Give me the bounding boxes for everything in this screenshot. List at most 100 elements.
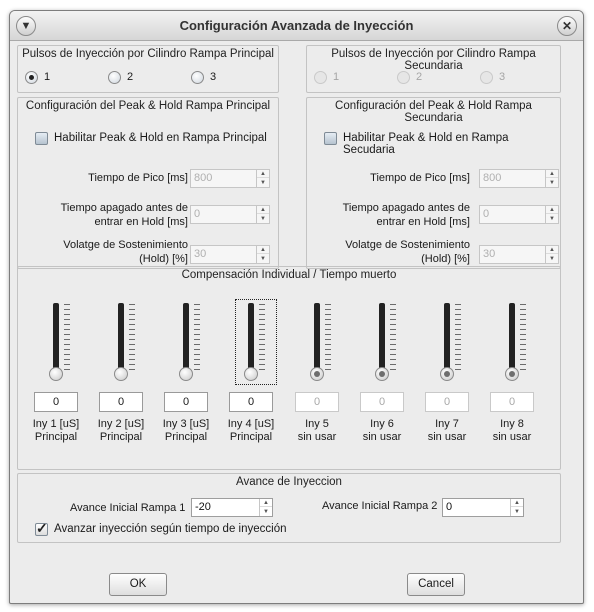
group-title: Configuración del Peak & Hold Rampa Prin… (25, 100, 271, 112)
slider-track[interactable] (509, 303, 515, 375)
avance-rampa2-spinbox[interactable]: 0 ▲ ▼ (442, 498, 524, 517)
slider-handle[interactable] (179, 367, 193, 381)
spin-up-icon[interactable]: ▲ (546, 206, 558, 214)
pulsos-secundaria-radio-2[interactable] (397, 71, 410, 84)
spin-down-icon[interactable]: ▼ (546, 179, 558, 187)
spin-down-icon[interactable]: ▼ (546, 255, 558, 263)
slider-ticks (520, 304, 526, 374)
spin-down-icon[interactable]: ▼ (511, 508, 523, 516)
injector-label-line2: Principal (164, 431, 208, 443)
checkbox-label: Habilitar Peak & Hold en Rampa Principal (54, 132, 267, 144)
injector-value-input[interactable]: 0 (34, 392, 78, 412)
slider-track[interactable] (53, 303, 59, 375)
avanzar-inyeccion-checkbox[interactable]: ✓ (35, 520, 48, 536)
injector-label-line2: sin usar (297, 431, 337, 443)
radio-label: 3 (210, 71, 217, 83)
spin-down-icon[interactable]: ▼ (257, 215, 269, 223)
spin-arrows: ▲ ▼ (545, 246, 558, 263)
dialog-window: ▼ Configuración Avanzada de Inyección ✕ … (9, 10, 584, 604)
peak-hold-secundaria-group: Configuración del Peak & Hold Rampa Secu… (306, 97, 561, 269)
injector-value-input[interactable]: 0 (99, 392, 143, 412)
peak-principal-enable-checkbox[interactable] (35, 132, 48, 145)
voltaje-principal-spinbox[interactable]: 30 ▲ ▼ (190, 245, 270, 264)
peak-hold-principal-group: Configuración del Peak & Hold Rampa Prin… (17, 97, 279, 269)
tiempo-pico-label: Tiempo de Pico [ms] (370, 172, 470, 184)
spin-up-icon[interactable]: ▲ (257, 246, 269, 254)
slider-handle[interactable] (49, 367, 63, 381)
spin-arrows: ▲ ▼ (256, 246, 269, 263)
injector-label-line2: sin usar (427, 431, 467, 443)
spin-down-icon[interactable]: ▼ (257, 255, 269, 263)
pulsos-principal-radio-2[interactable] (108, 71, 121, 84)
cancel-button[interactable]: Cancel (407, 573, 465, 596)
slider-track[interactable] (248, 303, 254, 375)
spin-up-icon[interactable]: ▲ (257, 170, 269, 178)
slider-handle[interactable] (114, 367, 128, 381)
slider-track[interactable] (183, 303, 189, 375)
ok-button[interactable]: OK (109, 573, 167, 596)
slider-track[interactable] (444, 303, 450, 375)
spin-up-icon[interactable]: ▲ (511, 499, 523, 507)
slider-ticks (194, 304, 200, 374)
spin-down-icon[interactable]: ▼ (546, 215, 558, 223)
voltaje-label: Volatge de Sostenimiento (Hold) [%] (63, 238, 188, 266)
tiempo-pico-secundaria-spinbox[interactable]: 800 ▲ ▼ (479, 169, 559, 188)
spin-value: 800 (194, 172, 213, 184)
slider-handle[interactable] (375, 367, 389, 381)
spin-arrows: ▲ ▼ (510, 499, 523, 516)
injector-value-input[interactable]: 0 (490, 392, 534, 412)
avance-rampa1-spinbox[interactable]: -20 ▲ ▼ (191, 498, 273, 517)
injector-value-input[interactable]: 0 (425, 392, 469, 412)
group-title: Pulsos de Inyección por Cilindro Rampa P… (22, 48, 274, 60)
window-title: Configuración Avanzada de Inyección (179, 18, 414, 33)
close-button[interactable]: ✕ (557, 16, 577, 36)
slider-handle[interactable] (440, 367, 454, 381)
spin-down-icon[interactable]: ▼ (260, 508, 272, 516)
slider-handle[interactable] (505, 367, 519, 381)
spin-up-icon[interactable]: ▲ (546, 170, 558, 178)
injector-label-line1: Iny 8 (500, 418, 524, 430)
spin-arrows: ▲ ▼ (545, 206, 558, 223)
pulsos-principal-radio-3[interactable] (191, 71, 204, 84)
radio-label: 2 (127, 71, 134, 83)
spin-up-icon[interactable]: ▲ (260, 499, 272, 507)
spin-up-icon[interactable]: ▲ (546, 246, 558, 254)
spin-value: 0 (483, 208, 490, 220)
spin-value: 30 (483, 248, 496, 260)
label-line: (Hold) [%] (139, 253, 188, 265)
injector-label-line1: Iny 1 [uS] (32, 418, 80, 430)
injector-value-input[interactable]: 0 (295, 392, 339, 412)
slider-ticks (325, 304, 331, 374)
slider-track[interactable] (314, 303, 320, 375)
injector-value-input[interactable]: 0 (229, 392, 273, 412)
voltaje-secundaria-spinbox[interactable]: 30 ▲ ▼ (479, 245, 559, 264)
pulsos-secundaria-radio-1[interactable] (314, 71, 327, 84)
slider-handle[interactable] (310, 367, 324, 381)
spin-arrows: ▲ ▼ (545, 170, 558, 187)
pulsos-principal-radio-1[interactable] (25, 71, 38, 84)
spin-down-icon[interactable]: ▼ (257, 179, 269, 187)
tiempo-apagado-principal-spinbox[interactable]: 0 ▲ ▼ (190, 205, 270, 224)
slider-track[interactable] (379, 303, 385, 375)
spin-up-icon[interactable]: ▲ (257, 206, 269, 214)
injector-label-line2: sin usar (362, 431, 402, 443)
injector-label-line2: Principal (229, 431, 273, 443)
slider-handle[interactable] (244, 367, 258, 381)
tiempo-pico-principal-spinbox[interactable]: 800 ▲ ▼ (190, 169, 270, 188)
slider-track[interactable] (118, 303, 124, 375)
label-line: (Hold) [%] (421, 253, 470, 265)
pulsos-secundaria-radio-3[interactable] (480, 71, 493, 84)
peak-secundaria-enable-checkbox[interactable] (324, 132, 337, 145)
tiempo-apagado-label: Tiempo apagado antes de entrar en Hold [… (61, 201, 188, 229)
tiempo-apagado-label: Tiempo apagado antes de entrar en Hold [… (343, 201, 470, 229)
spin-arrows: ▲ ▼ (259, 499, 272, 516)
injector-value-input[interactable]: 0 (360, 392, 404, 412)
radio-label: 1 (44, 71, 51, 83)
injector-label: Iny 3 [uS] Principal (151, 418, 221, 444)
title-bar[interactable]: ▼ Configuración Avanzada de Inyección ✕ (10, 11, 583, 41)
injector-value-input[interactable]: 0 (164, 392, 208, 412)
injector-label-line1: Iny 2 [uS] (97, 418, 145, 430)
label-line: entrar en Hold [ms] (94, 216, 188, 228)
checkbox-label: Habilitar Peak & Hold en Rampa Secudaria (343, 132, 509, 156)
tiempo-apagado-secundaria-spinbox[interactable]: 0 ▲ ▼ (479, 205, 559, 224)
